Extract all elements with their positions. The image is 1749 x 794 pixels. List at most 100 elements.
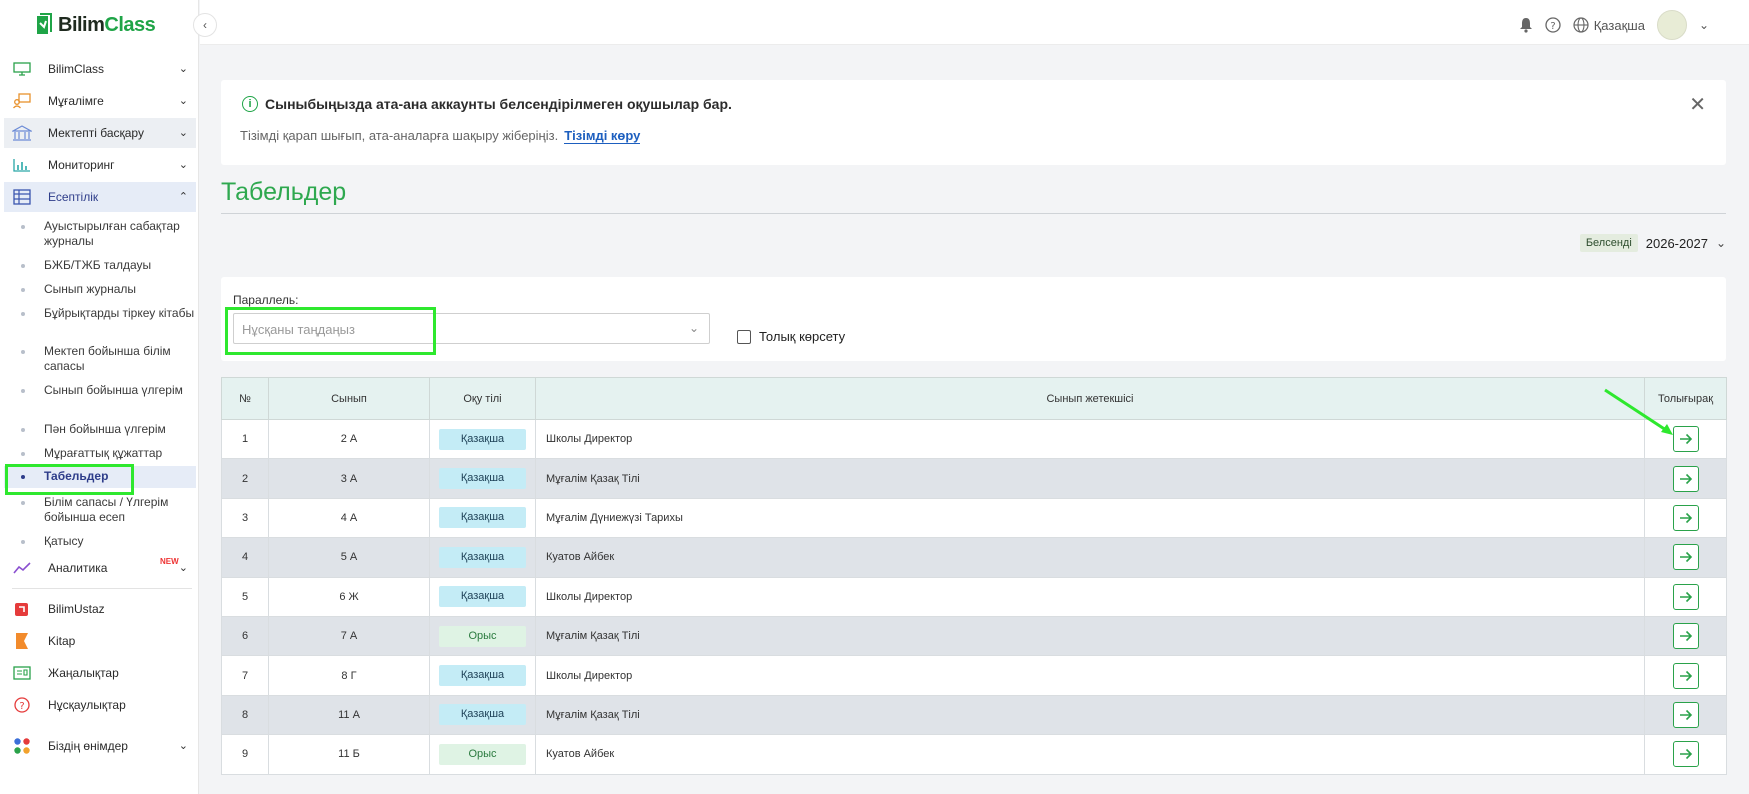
sidebar-subitem-orders-book[interactable]: Бұйрықтарды тіркеу кітабы: [4, 306, 196, 321]
arrow-right-icon: [1679, 709, 1692, 720]
details-button[interactable]: [1672, 504, 1699, 531]
details-button[interactable]: [1672, 623, 1699, 650]
details-cell: [1644, 655, 1727, 696]
details-button[interactable]: [1672, 741, 1699, 768]
chevron-down-icon: ⌄: [178, 95, 188, 107]
year-value: 2026-2027: [1645, 235, 1708, 251]
bullet-dot: [21, 540, 25, 544]
bullet-dot: [21, 288, 25, 292]
details-cell: [1644, 615, 1727, 657]
view-list-link[interactable]: Тізімді көру: [564, 128, 641, 144]
class-teacher: Мұғалім Қазақ Тілі: [535, 694, 1645, 736]
language-badge: Қазақша: [439, 428, 526, 450]
details-button[interactable]: [1672, 583, 1699, 610]
sidebar-subitem-substitution-journal[interactable]: Ауыстырылған сабақтар журналы: [4, 219, 196, 249]
sidebar-subitem-archive[interactable]: Мұрағаттық құжаттар: [4, 446, 196, 461]
table-row: 56 Ж Қазақша Школы Директор: [221, 576, 1727, 617]
chevron-down-icon[interactable]: ⌄: [1699, 18, 1709, 32]
sidebar-item-reports[interactable]: Есептілік ⌃: [4, 182, 196, 212]
sidebar-item-bilimclass[interactable]: BilimClass ⌄: [4, 54, 196, 84]
title-divider: [221, 213, 1726, 214]
help-icon[interactable]: ?: [1545, 17, 1561, 33]
class-name: 2 А: [268, 418, 430, 460]
details-button[interactable]: [1672, 426, 1699, 453]
sidebar-item-label: BilimUstaz: [48, 602, 105, 616]
bilimclass-logo-icon: [37, 13, 52, 34]
subitem-label: БЖБ/ТЖБ талдауы: [44, 258, 152, 272]
arrow-right-icon: [1679, 434, 1692, 445]
class-teacher: Школы Директор: [535, 655, 1645, 696]
sidebar-subitem-attendance[interactable]: Қатысу: [4, 534, 196, 549]
kitap-icon: [12, 633, 32, 649]
details-button[interactable]: [1672, 701, 1699, 728]
arrow-right-icon: [1679, 631, 1692, 642]
subitem-label: Қатысу: [44, 534, 84, 548]
row-number: 5: [221, 576, 269, 617]
class-teacher: Мұғалім Қазақ Тілі: [535, 615, 1645, 657]
avatar[interactable]: [1656, 10, 1687, 40]
table-header-row: № Сынып Оқу тілі Сынып жетекшісі Толығыр…: [221, 377, 1727, 420]
page-title: Табельдер: [221, 178, 347, 206]
column-header: Оқу тілі: [429, 377, 536, 420]
subitem-label: Ауыстырылған сабақтар журналы: [44, 219, 180, 248]
close-icon[interactable]: ✕: [1689, 92, 1706, 117]
sidebar-subitem-subject-performance[interactable]: Пән бойынша үлгерім: [4, 422, 196, 437]
class-name: 4 А: [268, 497, 430, 539]
sidebar-item-guides[interactable]: ? Нұсқаулықтар: [4, 690, 196, 720]
language-badge: Орыс: [439, 743, 526, 765]
language-badge: Қазақша: [439, 665, 526, 687]
collapse-sidebar-button[interactable]: ‹: [193, 13, 217, 37]
monitor-icon: [12, 61, 32, 77]
language-cell: Қазақша: [429, 694, 536, 736]
details-cell: [1644, 734, 1727, 775]
sidebar-item-kitap[interactable]: Kitap: [4, 626, 196, 656]
sidebar-item-label: Нұсқаулықтар: [48, 698, 126, 712]
year-selector[interactable]: Белсенді 2026-2027 ⌄: [1579, 234, 1726, 252]
sidebar-item-label: Kitap: [48, 634, 76, 648]
sidebar-item-label: BilimClass: [48, 62, 105, 76]
sidebar-item-bilimustaz[interactable]: BilimUstaz: [4, 594, 196, 624]
language-switcher[interactable]: Қазақша: [1573, 17, 1645, 33]
status-badge: Белсенді: [1579, 234, 1638, 252]
class-teacher: Школы Директор: [535, 418, 1645, 460]
details-button[interactable]: [1672, 662, 1699, 689]
sidebar-item-news[interactable]: Жаңалықтар: [4, 658, 196, 688]
table-row: 67 А Орыс Мұғалім Қазақ Тілі: [221, 615, 1727, 657]
details-cell: [1644, 497, 1727, 539]
sidebar-subitem-tabels[interactable]: Табельдер: [4, 466, 196, 488]
sidebar-item-school-management[interactable]: Мектепті басқару ⌄: [4, 118, 196, 148]
details-cell: [1644, 458, 1727, 499]
details-button[interactable]: [1672, 465, 1699, 492]
row-number: 7: [221, 655, 269, 696]
arrow-right-icon: [1679, 670, 1692, 681]
sidebar-item-monitoring[interactable]: Мониторинг ⌄: [4, 150, 196, 180]
sidebar-subitem-bjb-analysis[interactable]: БЖБ/ТЖБ талдауы: [4, 258, 196, 273]
new-badge: NEW: [160, 557, 179, 566]
checkbox-label: Толық көрсету: [759, 329, 846, 344]
chevron-down-icon: ⌄: [1715, 236, 1726, 250]
bell-icon[interactable]: [1519, 17, 1533, 33]
sidebar-item-analytics[interactable]: Аналитика NEW ⌄: [4, 553, 196, 583]
globe-icon: [1573, 17, 1589, 33]
checkbox[interactable]: [737, 329, 751, 344]
language-cell: Қазақша: [429, 458, 536, 499]
class-teacher: Мұғалім Қазақ Тілі: [535, 458, 1645, 499]
subitem-label: Бұйрықтарды тіркеу кітабы: [44, 306, 195, 320]
show-full-checkbox[interactable]: Толық көрсету: [737, 329, 845, 344]
chevron-down-icon: ⌄: [688, 321, 699, 335]
sidebar-item-teacher[interactable]: Мұғалімге ⌄: [4, 86, 196, 116]
logo[interactable]: BilimClass: [34, 12, 156, 38]
parallel-select[interactable]: Нұсқаны таңдаңыз ⌄: [233, 313, 710, 344]
details-cell: [1644, 418, 1727, 460]
chevron-down-icon: ⌄: [178, 127, 188, 139]
sidebar-subitem-class-journal[interactable]: Сынып журналы: [4, 282, 196, 297]
bilimustaz-icon: [12, 601, 32, 617]
chevron-down-icon: ⌄: [178, 63, 188, 75]
column-header: Сынып жетекшісі: [535, 377, 1645, 420]
sidebar-subitem-school-quality[interactable]: Мектеп бойынша білім сапасы: [4, 344, 196, 374]
sidebar-subitem-quality-report[interactable]: Білім сапасы / Үлгерім бойынша есеп: [4, 495, 196, 525]
subitem-label: Мұрағаттық құжаттар: [44, 446, 163, 460]
sidebar-item-our-products[interactable]: Біздің өнімдер ⌄: [4, 731, 196, 761]
details-button[interactable]: [1672, 544, 1699, 571]
sidebar-subitem-class-performance[interactable]: Сынып бойынша үлгерім: [4, 383, 196, 398]
